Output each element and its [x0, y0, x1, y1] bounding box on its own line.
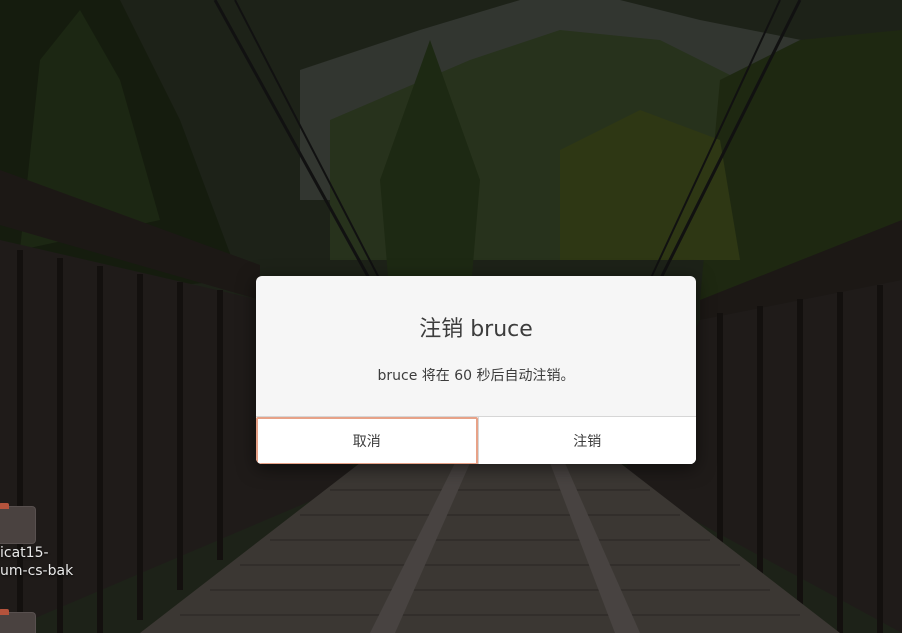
folder-icon[interactable] [0, 503, 36, 544]
dialog-button-row: 取消 注销 [256, 416, 696, 464]
cancel-button[interactable]: 取消 [256, 417, 478, 464]
logout-button[interactable]: 注销 [477, 417, 696, 464]
desktop-icon-label-line1: icat15- [0, 545, 49, 561]
folder-icon[interactable] [0, 609, 36, 633]
logout-dialog: 注销 bruce bruce 将在 60 秒后自动注销。 取消 注销 [256, 276, 696, 464]
folder-tab [0, 503, 9, 509]
dialog-title: 注销 bruce [419, 317, 533, 342]
desktop-icon-label-line2: um-cs-bak [0, 563, 74, 579]
desktop-icon-label[interactable]: icat15- um-cs-bak [0, 544, 74, 580]
desktop: icat15- um-cs-bak 注销 bruce bruce 将在 60 秒… [0, 0, 902, 633]
dialog-message: bruce 将在 60 秒后自动注销。 [377, 368, 575, 384]
folder-tab [0, 609, 9, 615]
